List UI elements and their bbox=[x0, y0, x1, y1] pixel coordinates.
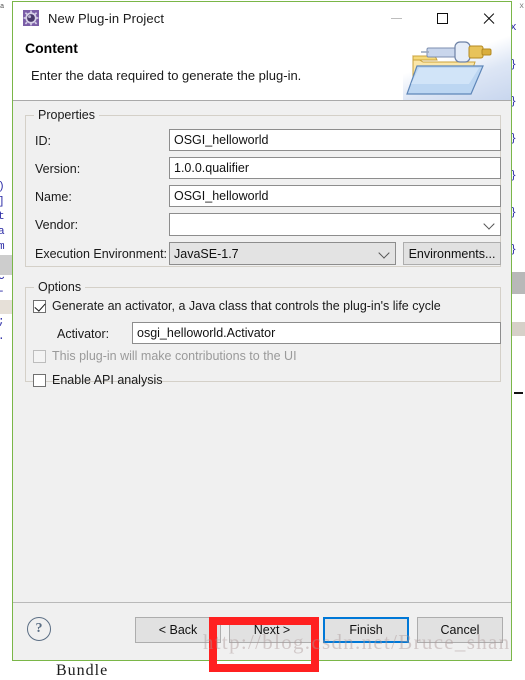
generate-activator-label: Generate an activator, a Java class that… bbox=[52, 299, 441, 313]
environments-button-label: Environments... bbox=[408, 246, 496, 261]
dialog-footer: ? < Back Next > Finish Cancel bbox=[13, 602, 511, 660]
background-left-label: a bbox=[0, 3, 5, 11]
dialog-body: Properties ID: OSGI_helloworld Version: … bbox=[13, 101, 511, 602]
page-subtitle: Enter the data required to generate the … bbox=[31, 68, 302, 83]
finish-button-label: Finish bbox=[349, 623, 383, 637]
name-input-value: OSGI_helloworld bbox=[174, 189, 269, 203]
back-button[interactable]: < Back bbox=[135, 617, 221, 643]
close-icon bbox=[482, 12, 495, 25]
background-marker-icon bbox=[514, 392, 523, 394]
activator-input[interactable]: osgi_helloworld.Activator bbox=[132, 322, 501, 344]
field-label-version: Version: bbox=[35, 162, 80, 176]
generate-activator-checkbox-row[interactable]: Generate an activator, a Java class that… bbox=[33, 299, 441, 313]
ui-contributions-checkbox-row: This plug-in will make contributions to … bbox=[33, 349, 297, 363]
dialog-title: New Plug-in Project bbox=[48, 10, 165, 26]
options-legend: Options bbox=[34, 280, 86, 294]
environments-button[interactable]: Environments... bbox=[403, 242, 501, 265]
name-input[interactable]: OSGI_helloworld bbox=[169, 185, 501, 207]
dialog-header: Content Enter the data required to gener… bbox=[13, 34, 511, 101]
maximize-button[interactable] bbox=[419, 2, 465, 34]
field-label-name: Name: bbox=[35, 190, 72, 204]
activator-input-value: osgi_helloworld.Activator bbox=[137, 326, 276, 340]
id-input[interactable]: OSGI_helloworld bbox=[169, 129, 501, 151]
api-analysis-checkbox[interactable] bbox=[33, 373, 46, 387]
generate-activator-checkbox[interactable] bbox=[33, 299, 46, 313]
finish-button[interactable]: Finish bbox=[323, 617, 409, 643]
activator-label-row: Activator: bbox=[57, 327, 109, 341]
minimize-icon bbox=[390, 17, 402, 19]
version-input-value: 1.0.0.qualifier bbox=[174, 161, 250, 175]
window-controls bbox=[373, 2, 511, 34]
field-label-id: ID: bbox=[35, 134, 51, 148]
vendor-label: Vendor: bbox=[35, 218, 79, 232]
dialog-titlebar[interactable]: New Plug-in Project bbox=[13, 2, 511, 34]
execution-environment-value: JavaSE-1.7 bbox=[174, 246, 239, 261]
execution-environment-label: Execution Environment: bbox=[35, 247, 168, 261]
id-input-value: OSGI_helloworld bbox=[174, 133, 269, 147]
plugin-gear-icon bbox=[23, 10, 39, 26]
folder-plug-icon bbox=[403, 34, 511, 100]
background-right-code: x } } } } } } } bbox=[510, 22, 517, 293]
version-label: Version: bbox=[35, 162, 81, 176]
name-label: Name: bbox=[35, 190, 72, 204]
vendor-combo[interactable] bbox=[169, 213, 501, 236]
maximize-icon bbox=[436, 12, 448, 24]
next-button[interactable]: Next > bbox=[229, 617, 315, 643]
api-analysis-label: Enable API analysis bbox=[52, 373, 163, 387]
background-bottom-word: Bundle bbox=[56, 662, 109, 679]
next-button-label: Next > bbox=[253, 623, 291, 637]
page-title: Content bbox=[25, 40, 78, 56]
field-label-execution-environment: Execution Environment: bbox=[35, 247, 167, 261]
properties-legend: Properties bbox=[34, 108, 99, 122]
api-analysis-checkbox-row[interactable]: Enable API analysis bbox=[33, 373, 163, 387]
cancel-button[interactable]: Cancel bbox=[417, 617, 503, 643]
close-button[interactable] bbox=[465, 2, 511, 34]
execution-environment-combo[interactable]: JavaSE-1.7 bbox=[169, 242, 396, 265]
field-label-vendor: Vendor: bbox=[35, 218, 78, 232]
chevron-down-icon bbox=[378, 246, 390, 259]
ui-contributions-checkbox bbox=[33, 349, 46, 363]
back-button-label: < Back bbox=[158, 623, 198, 637]
version-input[interactable]: 1.0.0.qualifier bbox=[169, 157, 501, 179]
new-plugin-project-dialog: New Plug-in Project Content Enter the da… bbox=[12, 1, 512, 661]
chevron-down-icon bbox=[483, 217, 495, 230]
cancel-button-label: Cancel bbox=[440, 623, 480, 637]
activator-label: Activator: bbox=[57, 327, 110, 341]
minimize-button[interactable] bbox=[373, 2, 419, 34]
help-icon[interactable]: ? bbox=[27, 617, 51, 641]
ui-contributions-label: This plug-in will make contributions to … bbox=[52, 349, 297, 363]
id-label: ID: bbox=[35, 134, 51, 148]
